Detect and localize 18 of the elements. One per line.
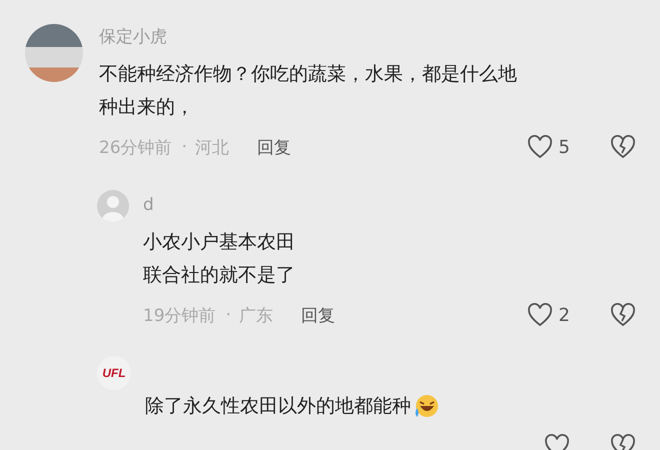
like-count: 2 xyxy=(558,304,570,326)
broken-heart-icon[interactable] xyxy=(610,135,636,159)
comment-time: 26分钟前 xyxy=(99,136,172,158)
logo-avatar[interactable]: UFL xyxy=(97,356,131,390)
heart-icon[interactable] xyxy=(526,303,553,327)
comment-text: 不能种经济作物？你吃的蔬菜，水果，都是什么地 种出来的， xyxy=(99,62,517,120)
comment-time: 19分钟前 xyxy=(143,304,216,326)
reply-link[interactable]: 回复 xyxy=(301,304,336,326)
reply-link[interactable]: 回复 xyxy=(257,136,292,158)
comment-text: 小农小户基本农田 联合社的就不是了 xyxy=(143,230,295,288)
comment-location: 河北 xyxy=(195,136,230,158)
like-count: 5 xyxy=(558,136,570,158)
separator-dot: · xyxy=(226,305,232,325)
heart-icon[interactable] xyxy=(526,135,553,159)
comment-location: 广东 xyxy=(239,304,274,326)
broken-heart-icon[interactable] xyxy=(610,303,636,327)
separator-dot: · xyxy=(182,137,188,157)
comment-text: 除了永久性农田以外的地都能种 xyxy=(145,390,439,423)
